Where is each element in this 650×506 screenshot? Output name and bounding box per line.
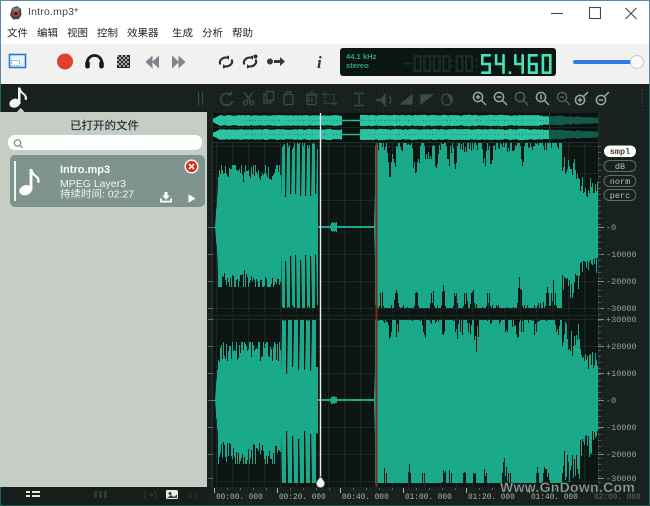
svg-text:#1: #1 [188, 492, 198, 501]
